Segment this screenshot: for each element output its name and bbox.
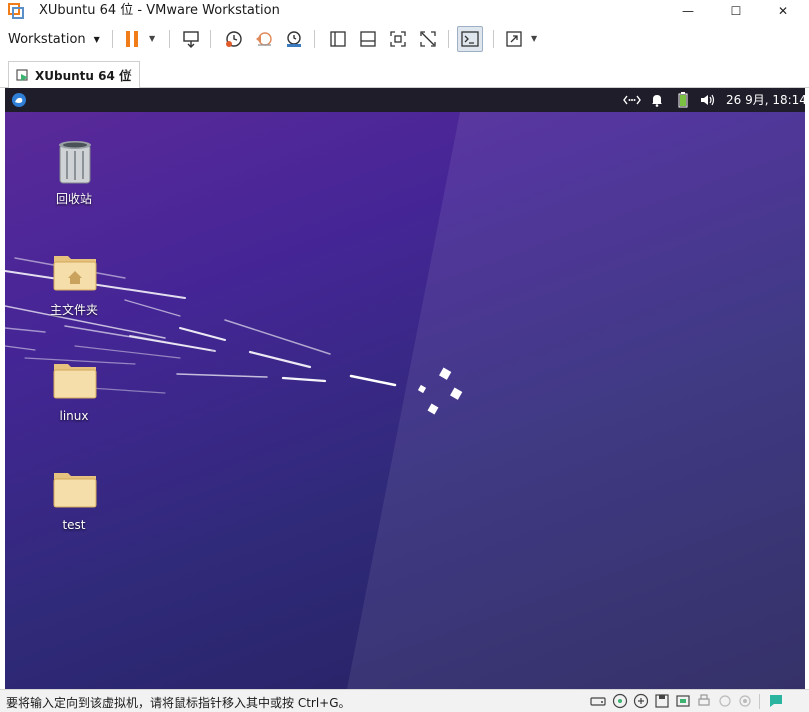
status-bar: 要将输入定向到该虚拟机，请将鼠标指针移入其中或按 Ctrl+G。 xyxy=(0,689,809,712)
thumbnail-bar-button[interactable] xyxy=(355,26,381,52)
desktop-icon-test[interactable]: test xyxy=(24,467,124,557)
chevron-down-icon[interactable]: ▼ xyxy=(531,34,537,43)
terminal-button[interactable] xyxy=(457,26,483,52)
xfce-top-panel: 26 9月, 18:14 xyxy=(5,88,805,112)
vm-screen[interactable]: 26 9月, 18:14 回收站 主文件夹 linux test xyxy=(5,88,805,689)
unity-icon xyxy=(420,31,436,47)
maximize-button[interactable]: ☐ xyxy=(713,0,759,22)
xfce-menu-icon[interactable] xyxy=(11,92,27,108)
toolbar-separator xyxy=(314,30,315,48)
snapshot-revert-button[interactable] xyxy=(251,26,277,52)
desktop-wallpaper xyxy=(5,112,805,689)
trash-icon xyxy=(59,141,91,184)
toolbar-separator xyxy=(169,30,170,48)
desktop-icon-trash[interactable]: 回收站 xyxy=(24,137,124,227)
desktop-icon-label: test xyxy=(62,518,86,532)
panel-clock[interactable]: 26 9月, 18:14 xyxy=(726,92,805,108)
sound-card-icon[interactable] xyxy=(717,693,733,709)
cd-dvd-icon[interactable] xyxy=(612,693,628,709)
snapshot-revert-icon xyxy=(256,32,272,46)
toolbar-separator xyxy=(210,30,211,48)
workstation-menu[interactable]: Workstation ▼ xyxy=(8,28,100,50)
title-bar: XUbuntu 64 位 - VMware Workstation — ☐ ✕ xyxy=(0,0,809,22)
camera-icon[interactable] xyxy=(737,693,753,709)
thumbnail-bar-icon xyxy=(360,31,376,47)
network-glyph xyxy=(623,95,641,105)
printer-icon[interactable] xyxy=(696,693,712,709)
toolbar: Workstation ▼ ▼ ▼ xyxy=(0,22,809,56)
volume-glyph xyxy=(701,94,715,106)
network-adapter-icon[interactable] xyxy=(633,693,649,709)
home-folder-icon xyxy=(53,256,97,291)
status-message: 要将输入定向到该虚拟机，请将鼠标指针移入其中或按 Ctrl+G。 xyxy=(6,696,351,710)
floppy-icon[interactable] xyxy=(654,693,670,709)
minimize-button[interactable]: — xyxy=(665,0,711,22)
full-screen-button[interactable] xyxy=(385,26,411,52)
desktop-icon-label: 回收站 xyxy=(55,192,92,206)
pause-icon xyxy=(126,31,138,47)
network-icon[interactable] xyxy=(622,92,642,108)
toolbar-separator xyxy=(112,30,113,48)
bell-glyph xyxy=(652,95,662,107)
send-ctrl-alt-del-icon xyxy=(183,31,199,48)
hard-disk-icon[interactable] xyxy=(590,693,606,709)
usb-device-icon[interactable] xyxy=(675,693,691,709)
chevron-down-icon[interactable]: ▼ xyxy=(149,34,155,43)
notification-bell-icon[interactable] xyxy=(649,92,665,108)
snapshot-manager-icon xyxy=(287,31,301,47)
pause-button[interactable] xyxy=(119,26,145,52)
message-log-icon[interactable] xyxy=(768,693,784,709)
toolbar-separator xyxy=(493,30,494,48)
stretch-guest-button[interactable] xyxy=(501,26,527,52)
battery-glyph xyxy=(678,92,688,108)
desktop-icon-label: 主文件夹 xyxy=(49,303,98,317)
console-view-button[interactable] xyxy=(325,26,351,52)
close-button[interactable]: ✕ xyxy=(760,0,806,22)
status-separator xyxy=(759,694,760,709)
workstation-menu-label: Workstation xyxy=(8,31,86,47)
full-screen-icon xyxy=(390,31,406,47)
snapshot-manager-button[interactable] xyxy=(281,26,307,52)
tab-close-icon[interactable]: ✕ xyxy=(123,66,133,80)
unity-button[interactable] xyxy=(415,26,441,52)
folder-icon xyxy=(53,473,97,508)
tab-xubuntu[interactable]: XUbuntu 64 位 ✕ xyxy=(8,61,140,88)
volume-icon[interactable] xyxy=(699,92,717,108)
vm-running-icon xyxy=(16,69,28,81)
terminal-icon xyxy=(461,31,479,47)
snapshot-take-icon xyxy=(226,31,242,47)
toolbar-separator xyxy=(448,30,449,48)
window-title: XUbuntu 64 位 - VMware Workstation xyxy=(39,3,280,18)
tab-label: XUbuntu 64 位 xyxy=(35,69,132,83)
snapshot-take-button[interactable] xyxy=(221,26,247,52)
battery-icon[interactable] xyxy=(676,92,690,108)
folder-icon xyxy=(53,364,97,399)
send-ctrl-alt-del-button[interactable] xyxy=(178,26,204,52)
stretch-guest-icon xyxy=(506,31,522,47)
desktop-icon-home[interactable]: 主文件夹 xyxy=(24,248,124,338)
vm-tab-strip: XUbuntu 64 位 ✕ xyxy=(0,56,809,88)
vmware-app-icon xyxy=(8,3,24,19)
console-view-icon xyxy=(330,31,346,47)
desktop-icon-linux[interactable]: linux xyxy=(24,358,124,448)
chevron-down-icon: ▼ xyxy=(93,34,100,44)
desktop-icon-label: linux xyxy=(59,409,89,423)
